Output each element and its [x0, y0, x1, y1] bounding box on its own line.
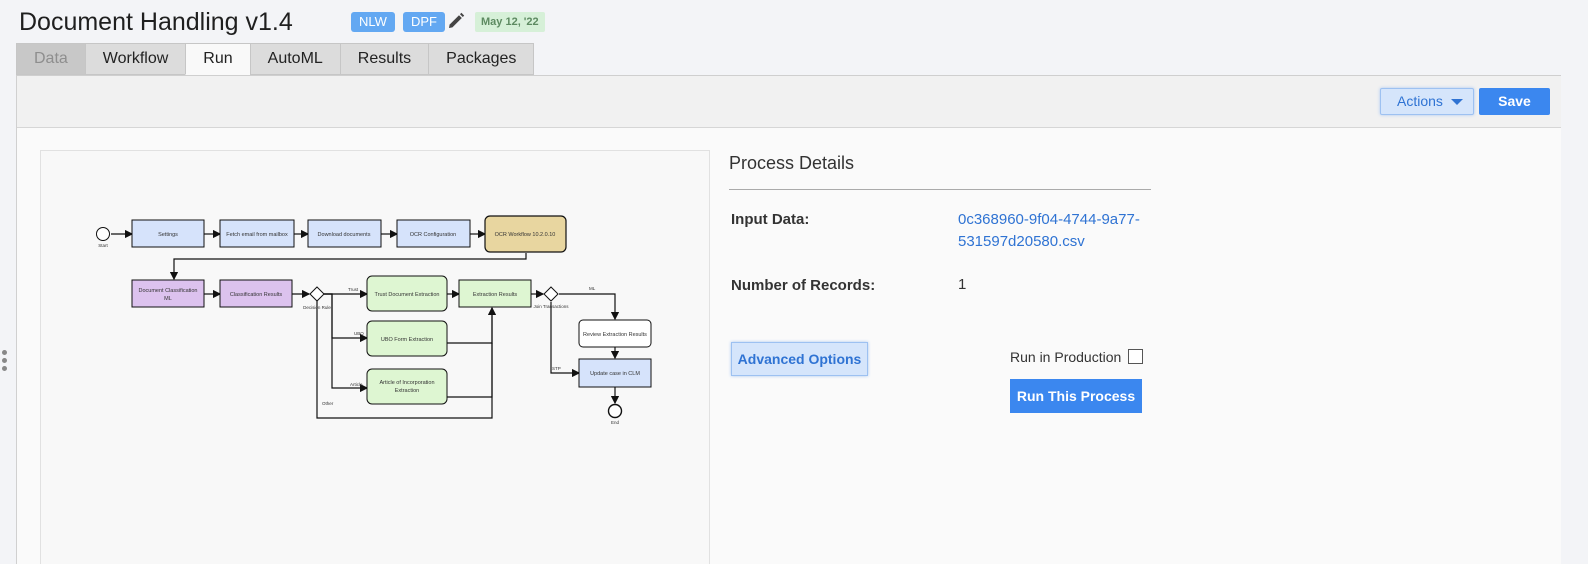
process-details-title: Process Details [729, 153, 855, 173]
advanced-options-button[interactable]: Advanced Options [731, 342, 868, 376]
svg-text:Join Transactions: Join Transactions [533, 304, 569, 309]
actions-label: Actions [1397, 93, 1443, 109]
svg-text:OCR Workflow 10.2.0.10: OCR Workflow 10.2.0.10 [495, 232, 556, 238]
svg-text:Document Classification: Document Classification [139, 288, 198, 294]
actions-dropdown-button[interactable]: Actions [1380, 88, 1474, 115]
record-count-label: Number of Records: [731, 277, 876, 294]
edge-label-other: Other [322, 401, 334, 406]
node-settings: Settings [131, 219, 205, 248]
svg-text:UBO Form Extraction: UBO Form Extraction [381, 337, 433, 343]
end-node [607, 403, 623, 419]
node-join-transactions: Join Transactions [533, 286, 569, 309]
node-review-extraction-results: Review Extraction Results [578, 319, 652, 348]
input-data-label: Input Data: [731, 211, 810, 228]
toolbar: Actions Save [17, 76, 1561, 128]
record-count-value: 1 [958, 276, 967, 293]
input-data-link-line2: 531597d20580.csv [958, 233, 1085, 250]
save-button[interactable]: Save [1479, 88, 1550, 115]
start-node [96, 227, 110, 241]
svg-text:Classification Results: Classification Results [230, 292, 283, 298]
divider [729, 189, 1151, 190]
svg-text:Review Extraction Results: Review Extraction Results [583, 332, 647, 338]
svg-text:Trust Document Extraction: Trust Document Extraction [375, 292, 440, 298]
tab-bar: Data Workflow Run AutoML Results Package… [16, 43, 535, 75]
svg-text:Fetch email from mailbox: Fetch email from mailbox [226, 232, 288, 238]
tab-automl[interactable]: AutoML [249, 43, 340, 75]
node-extraction-results: Extraction Results [458, 279, 532, 308]
workflow-diagram: Start End Settings Fetch email from mail… [40, 150, 710, 564]
node-trust-document-extraction: Trust Document Extraction [366, 275, 448, 312]
chevron-down-icon [1451, 99, 1463, 105]
svg-text:Settings: Settings [158, 232, 178, 238]
edit-pencil-icon[interactable] [446, 11, 466, 31]
input-data-link-line1: 0c368960-9f04-4744-9a77- [958, 211, 1140, 228]
svg-text:OCR Configuration: OCR Configuration [410, 232, 456, 238]
tab-results[interactable]: Results [339, 43, 429, 75]
edge-label-ubo: UBO [354, 331, 364, 336]
input-data-link[interactable]: 0c368960-9f04-4744-9a77- 531597d20580.cs… [958, 209, 1158, 253]
tag-dpf[interactable]: DPF [403, 12, 445, 32]
workflow-diagram-svg: Start End Settings Fetch email from mail… [96, 215, 652, 425]
node-ubo-form-extraction: UBO Form Extraction [366, 320, 448, 357]
edge-label-ml: ML [589, 286, 596, 291]
date-badge: May 12, '22 [475, 12, 545, 32]
tab-workflow[interactable]: Workflow [84, 43, 186, 75]
svg-text:Article of Incorporation: Article of Incorporation [379, 380, 434, 386]
node-document-classification: Document Classification ML [131, 279, 205, 308]
node-classification-results: Classification Results [219, 279, 293, 308]
svg-text:Decision Rule: Decision Rule [303, 305, 331, 310]
node-decision-rule: Decision Rule [303, 286, 331, 310]
start-node-label: Start [98, 243, 108, 248]
edge-label-trust: Trust [348, 287, 359, 292]
tab-data: Data [16, 43, 85, 75]
end-node-label: End [611, 420, 620, 425]
node-ocr-workflow: OCR Workflow 10.2.0.10 [484, 215, 567, 253]
page-title: Document Handling v1.4 [19, 8, 293, 36]
node-update-case-clm: Update case in CLM [578, 358, 652, 388]
svg-text:Download documents: Download documents [318, 232, 371, 238]
node-ocr-configuration: OCR Configuration [396, 219, 471, 248]
svg-text:Extraction: Extraction [395, 388, 419, 394]
tag-nlw[interactable]: NLW [351, 12, 395, 32]
run-in-production-label: Run in Production [1010, 349, 1122, 365]
run-process-button[interactable]: Run This Process [1010, 379, 1142, 413]
node-article-extraction: Article of Incorporation Extraction [366, 368, 448, 405]
edge-label-stp: STP [552, 366, 561, 371]
node-fetch-email: Fetch email from mailbox [219, 219, 295, 248]
run-panel: Actions Save Start End Settings Fetch em… [16, 75, 1561, 564]
tab-packages[interactable]: Packages [428, 43, 535, 75]
node-download-documents: Download documents [307, 219, 382, 248]
panel-drag-handle-icon[interactable] [2, 350, 8, 374]
tab-run[interactable]: Run [185, 43, 250, 75]
svg-text:Update case in CLM: Update case in CLM [590, 371, 640, 377]
edge-label-article: Article [350, 382, 363, 387]
svg-text:ML: ML [164, 296, 172, 302]
svg-text:Extraction Results: Extraction Results [473, 292, 518, 298]
run-in-production-checkbox[interactable] [1128, 349, 1143, 364]
